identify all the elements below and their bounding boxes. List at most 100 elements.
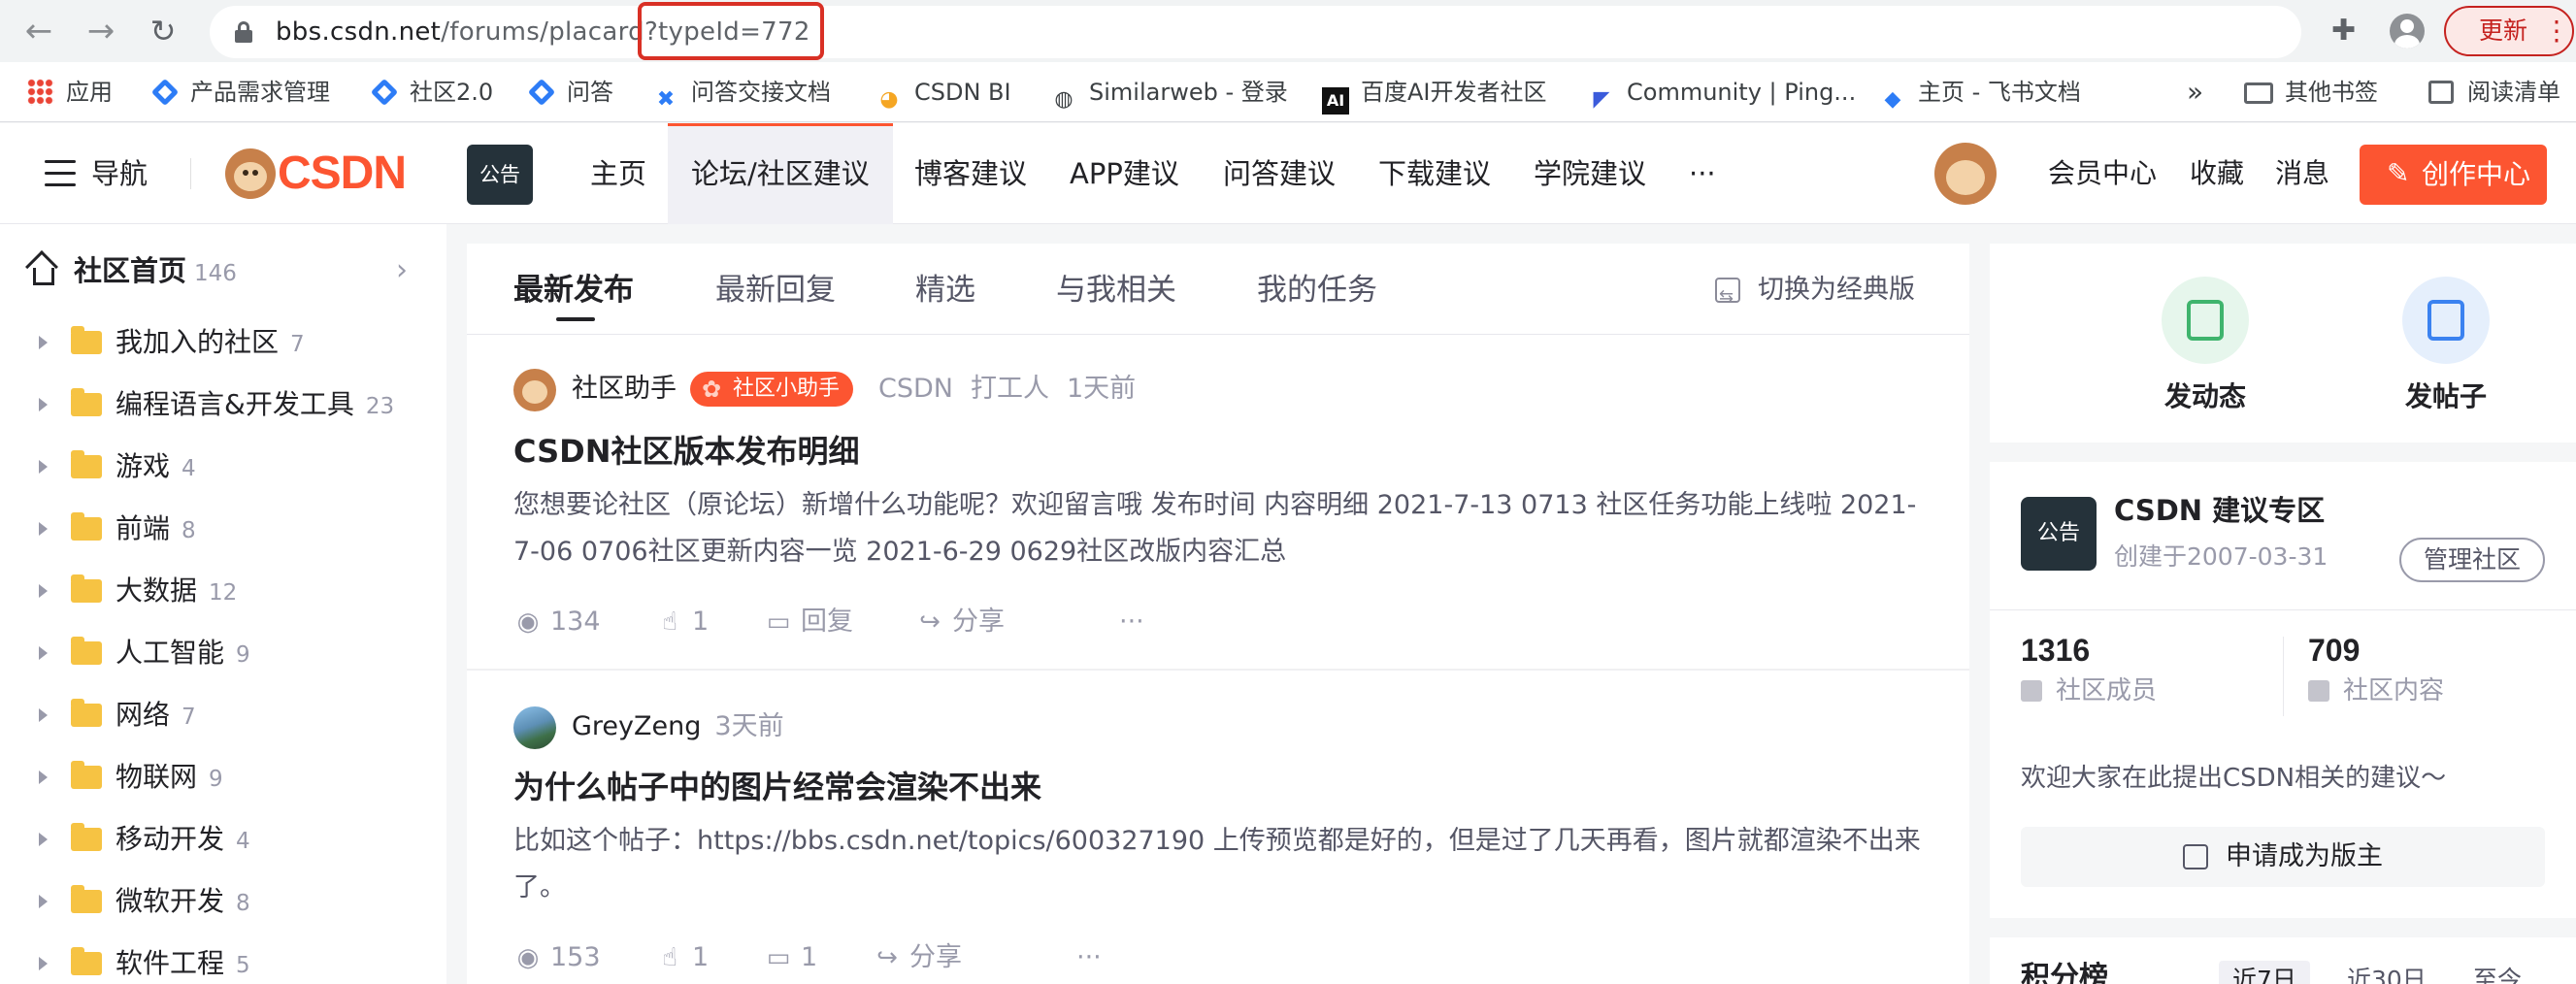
other-bookmarks[interactable]: 其他书签 [2244,76,2378,109]
reply-button[interactable]: ▭ 回复 [764,603,853,641]
author-avatar[interactable] [513,705,556,749]
bookmark-item[interactable]: AI 百度AI开发者社区 [1322,76,1547,115]
expand-triangle-icon[interactable] [39,708,48,722]
leaderboard-title: 积分榜 [2021,961,2108,984]
tab-featured[interactable]: 精选 [915,269,975,312]
post-title[interactable]: CSDN社区版本发布明细 [513,430,859,473]
author-avatar[interactable] [513,368,556,411]
post-update-button[interactable]: 发动态 [2128,277,2283,416]
expand-triangle-icon[interactable] [39,336,48,349]
bookmark-label: 问答 [567,79,613,106]
expand-triangle-icon[interactable] [39,895,48,908]
share-button[interactable]: ↪ 分享 [915,603,1005,641]
expand-triangle-icon[interactable] [39,460,48,474]
tab-my-tasks[interactable]: 我的任务 [1257,269,1377,312]
sidebar-item[interactable]: 游戏 4 [39,447,196,486]
reload-icon[interactable]: ↻ [146,14,181,49]
create-center-button[interactable]: ✎ 创作中心 [2360,145,2547,205]
reading-list[interactable]: 阅读清单 [2428,76,2560,109]
nav-more-icon[interactable]: ··· [1689,123,1716,224]
more-options-icon[interactable]: ··· [1119,603,1144,641]
sidebar-item[interactable]: 前端 8 [39,509,196,548]
expand-triangle-icon[interactable] [39,584,48,598]
reply-button[interactable]: ▭ 1 [764,938,817,977]
sidebar-item[interactable]: 大数据 12 [39,572,237,610]
card-divider [1990,609,2576,610]
sidebar-item[interactable]: 我加入的社区 7 [39,323,305,362]
nav-label[interactable]: 导航 [91,154,148,193]
nav-qa-suggestions[interactable]: 问答建议 [1223,123,1336,224]
bookmark-apps[interactable]: 应用 [27,76,113,109]
community-title[interactable]: CSDN 建议专区 [2114,491,2325,530]
new-post-button[interactable]: 发帖子 [2368,277,2524,416]
apply-moderator-button[interactable]: 申请成为版主 [2021,827,2545,887]
nav-forum-suggestions[interactable]: 论坛/社区建议 [668,123,893,224]
chevron-right-icon[interactable]: › [396,253,408,288]
hamburger-menu-icon[interactable] [45,160,76,187]
author-name[interactable]: 社区助手 [572,374,677,404]
address-bar[interactable]: bbs.csdn.net/forums/placard?typeId=772 ☆ [210,6,2490,58]
expand-triangle-icon[interactable] [39,771,48,784]
extensions-puzzle-icon[interactable]: ✚ [2331,14,2356,49]
share-button[interactable]: ↪ 分享 [873,938,962,977]
folder-icon [71,574,102,603]
sidebar-item-count: 7 [182,705,196,730]
sidebar-item[interactable]: 移动开发 4 [39,820,250,859]
tab-latest-replies[interactable]: 最新回复 [715,269,836,312]
update-button[interactable]: 更新 ⋮ [2444,6,2574,56]
bookmark-item[interactable]: ✖ 问答交接文档 [652,76,831,112]
favorites-link[interactable]: 收藏 [2190,154,2244,193]
expand-triangle-icon[interactable] [39,957,48,970]
reply-label: 回复 [801,607,853,637]
expand-triangle-icon[interactable] [39,646,48,660]
view-count: ◉ 153 [513,938,601,977]
manage-community-button[interactable]: 管理社区 [2399,538,2545,582]
sidebar-home-label: 社区首页 [74,254,187,287]
like-button[interactable]: ☝ 1 [655,603,709,641]
rank-tab-all-time[interactable]: 至今 [2460,961,2535,984]
member-center-link[interactable]: 会员中心 [2048,154,2157,193]
bookmark-item[interactable]: ◍ Similarweb - 登录 [1050,76,1287,112]
bookmarks-overflow-button[interactable]: » [2187,76,2203,109]
messages-link[interactable]: 消息 [2275,154,2329,193]
bookmarks-bar: 应用 产品需求管理 社区2.0 问答 ✖ 问答交接文档 ◕ CSDN BI ◍ Sim… [0,62,2576,122]
nav-app-suggestions[interactable]: APP建议 [1070,123,1179,224]
forward-arrow-icon[interactable]: → [83,14,118,49]
post-excerpt[interactable]: 您想要论社区（原论坛）新增什么功能呢？欢迎留言哦 发布时间 内容明细 2021-… [513,482,1923,575]
bookmark-item[interactable]: 问答 [527,76,613,109]
other-bookmarks-label: 其他书签 [2285,79,2378,106]
user-avatar[interactable] [1934,143,1997,205]
post-title[interactable]: 为什么帖子中的图片经常会渲染不出来 [513,766,1041,808]
expand-triangle-icon[interactable] [39,522,48,536]
like-button[interactable]: ☝ 1 [655,938,709,977]
nav-download-suggestions[interactable]: 下载建议 [1378,123,1491,224]
nav-home[interactable]: 主页 [590,123,646,224]
expand-triangle-icon[interactable] [39,833,48,846]
like-count-value: 1 [692,942,710,972]
sidebar-item[interactable]: 物联网 9 [39,758,223,797]
nav-blog-suggestions[interactable]: 博客建议 [914,123,1027,224]
tab-latest-posts[interactable]: 最新发布 [513,269,634,312]
bookmark-item[interactable]: ◆ 主页 - 飞书文档 [1879,76,2081,112]
expand-triangle-icon[interactable] [39,398,48,411]
switch-classic-button[interactable]: 切换为经典版 [1715,269,1915,318]
bookmark-item[interactable]: 产品需求管理 [150,76,330,109]
nav-academy-suggestions[interactable]: 学院建议 [1534,123,1646,224]
back-arrow-icon[interactable]: ← [21,14,56,49]
bookmark-item[interactable]: 社区2.0 [370,76,493,109]
sidebar-item[interactable]: 网络 7 [39,696,196,735]
bookmark-item[interactable]: ◕ CSDN BI [875,76,1010,112]
sidebar-item[interactable]: 微软开发 8 [39,882,250,921]
sidebar-community-home[interactable]: 社区首页 146 [25,250,237,290]
profile-avatar-icon[interactable] [2390,14,2425,49]
rank-tab-30-days[interactable]: 近30日 [2333,961,2440,984]
post-excerpt[interactable]: 比如这个帖子：https://bbs.csdn.net/topics/60032… [513,818,1923,911]
tab-related-to-me[interactable]: 与我相关 [1056,269,1176,312]
sidebar-item[interactable]: 软件工程 5 [39,944,250,983]
sidebar-item[interactable]: 编程语言&开发工具 23 [39,385,394,424]
rank-tab-7-days[interactable]: 近7日 [2219,961,2310,984]
sidebar-item[interactable]: 人工智能 9 [39,634,250,672]
more-options-icon[interactable]: ··· [1076,938,1102,977]
bookmark-item[interactable]: ◤ Community | Ping... [1588,76,1857,112]
author-name[interactable]: GreyZeng [572,711,701,741]
